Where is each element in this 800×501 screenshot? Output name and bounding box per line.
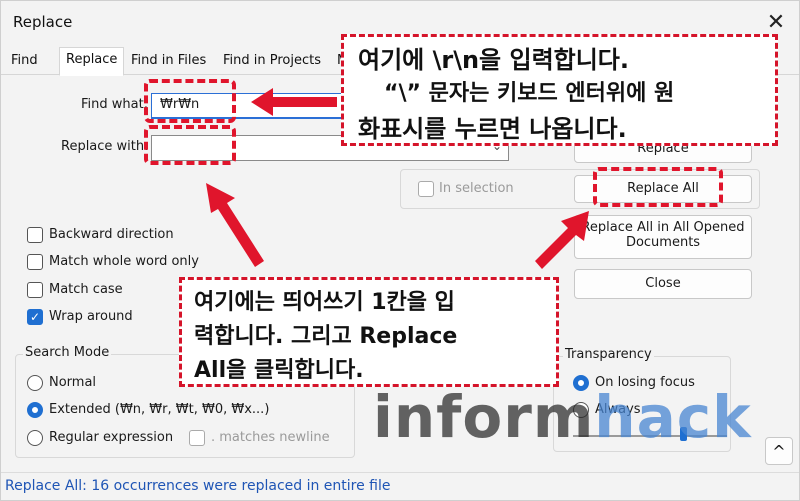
arrow-to-find-input	[251, 88, 337, 116]
bottom-annotation-line1: 여기에는 띄어쓰기 1칸을 입	[194, 290, 455, 315]
bottom-annotation: 여기에는 띄어쓰기 1칸을 입 력합니다. 그리고 Replace All을 클…	[179, 277, 559, 387]
replace-dialog: Replace ✕ Find Replace Find in Files Fin…	[0, 0, 800, 501]
top-annotation-line1: 여기에 \r\n을 입력합니다.	[358, 46, 630, 74]
top-annotation-line2: “\” 문자는 키보드 엔터위에 원	[384, 81, 675, 106]
top-annotation-line3: 화표시를 누르면 나옵니다.	[358, 115, 627, 143]
top-annotation: 여기에 \r\n을 입력합니다. “\” 문자는 키보드 엔터위에 원 화표시를…	[341, 34, 778, 146]
bottom-annotation-line2: 력합니다. 그리고 Replace	[194, 324, 458, 349]
arrow-to-replace-all	[535, 211, 589, 269]
bottom-annotation-line3: All을 클릭합니다.	[194, 358, 364, 383]
arrow-to-replace-input	[206, 183, 264, 267]
